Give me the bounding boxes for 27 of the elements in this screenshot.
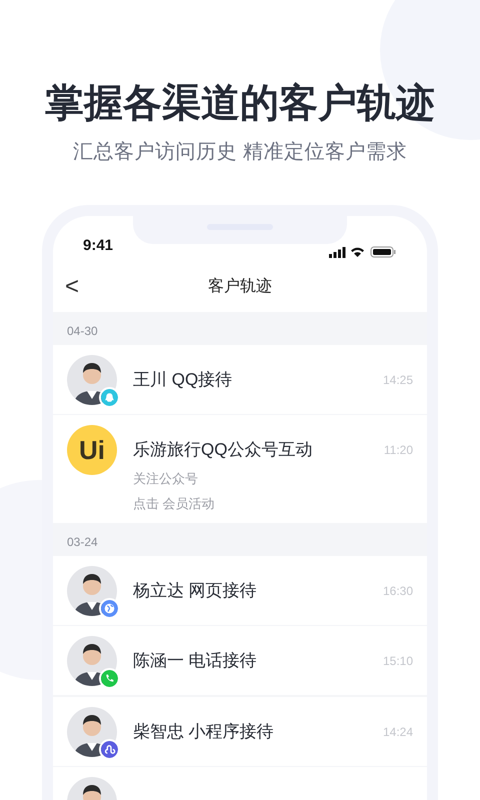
record-time: 14:24 xyxy=(382,724,413,740)
record-title: 柴智忠 小程序接待 xyxy=(133,720,274,743)
customer-record-row[interactable]: 柴智忠 小程序接待 14:24 xyxy=(53,696,427,766)
customer-record-row[interactable]: Ui 乐游旅行QQ公众号互动 11:20 关注公众号 点击 会员活动 xyxy=(53,415,427,523)
customer-record-row[interactable]: 王川 QQ接待 14:25 xyxy=(53,344,427,414)
record-title: 王川 QQ接待 xyxy=(133,368,232,391)
record-detail: 关注公众号 xyxy=(133,470,199,488)
record-title: 杨立达 网页接待 xyxy=(133,580,257,602)
record-title: 陈涵一 电话接待 xyxy=(133,650,257,672)
date-header: 04-30 xyxy=(67,322,98,340)
headline: 掌握各渠道的客户轨迹 xyxy=(45,81,435,127)
record-title: 乐游旅行QQ公众号互动 xyxy=(133,439,312,462)
status-time: 9:41 xyxy=(83,236,114,256)
avatar-icon xyxy=(67,636,117,686)
record-time: 16:30 xyxy=(382,582,413,600)
record-time: 15:10 xyxy=(382,653,413,670)
customer-record-row[interactable]: 陈涵一 电话接待 15:10 xyxy=(53,626,427,696)
customer-record-row[interactable]: 杨立达 网页接待 16:30 xyxy=(53,556,427,625)
status-icons-drawing xyxy=(329,246,397,258)
logo-text: Ui xyxy=(79,437,105,464)
record-detail: 点击 会员活动 xyxy=(133,495,216,514)
back-button[interactable]: < xyxy=(63,274,82,299)
page-title: 客户轨迹 xyxy=(208,276,272,297)
date-header: 03-24 xyxy=(67,534,98,551)
record-time: 11:20 xyxy=(384,442,413,459)
record-time: 14:25 xyxy=(382,372,413,388)
subheadline: 汇总客户访问历史 精准定位客户需求 xyxy=(72,140,408,165)
